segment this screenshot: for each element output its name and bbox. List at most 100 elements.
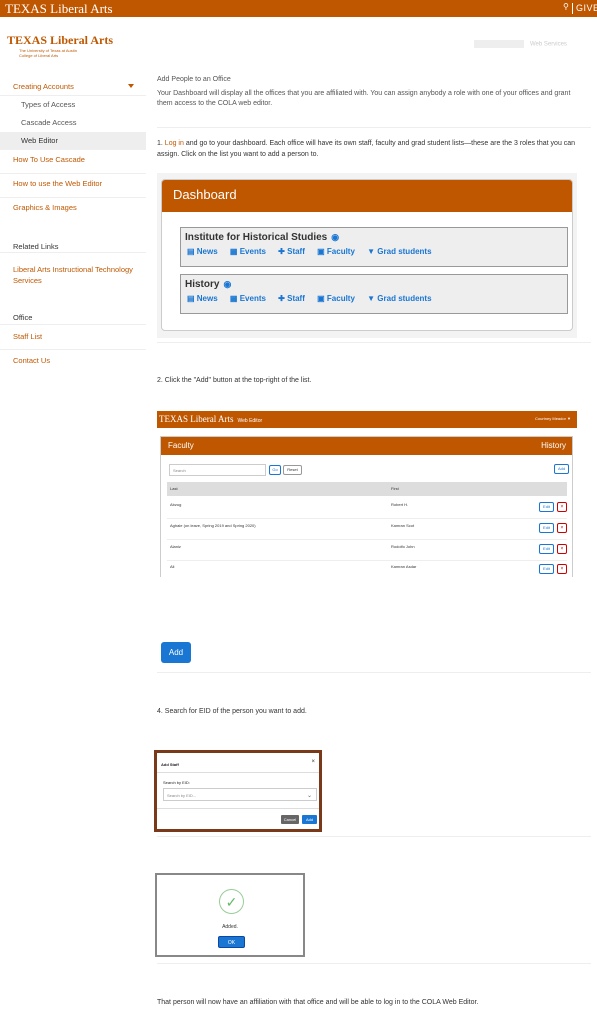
sidebar-item-how-to-use-cascade[interactable]: How To Use Cascade (0, 150, 146, 174)
panel-office: History (541, 441, 566, 450)
delete-button[interactable]: × (557, 564, 567, 574)
office-card: History ◉ ▤ News ▦ Events ✚ Staff ▣ Facul… (180, 274, 568, 314)
table-row: Abzug Robert H. Edit × (167, 499, 567, 519)
divider (157, 836, 591, 837)
office-heading: Office (13, 313, 33, 322)
search-input[interactable]: Search (169, 464, 266, 476)
edit-button[interactable]: Edit (539, 523, 554, 533)
divider (0, 324, 146, 325)
table-row: Aghaie (on leave, Spring 2019 and Spring… (167, 520, 567, 540)
dashboard-card: Dashboard Institute for Historical Studi… (161, 179, 573, 331)
logo-sub2: College of Liberal Arts (19, 53, 59, 58)
panel-header: Faculty History (161, 437, 572, 455)
go-button[interactable]: Go (269, 465, 281, 475)
top-bar: TEXAS Liberal Arts ⚲ GIVE (0, 0, 597, 17)
sidebar-item-web-editor[interactable]: Web Editor (0, 132, 146, 150)
events-link[interactable]: ▦ Events (230, 247, 266, 256)
close-icon[interactable]: × (311, 759, 315, 765)
search-icon[interactable]: ⚲ (563, 2, 569, 11)
web-services-label: Web Services (530, 41, 567, 48)
divider (157, 342, 591, 343)
table-row: Alaniz Rodolfo John Edit × (167, 541, 567, 561)
news-link[interactable]: ▤ News (187, 247, 218, 256)
grad-students-link[interactable]: ▼ Grad students (367, 247, 431, 256)
step1-text: 1. Log in and go to your dashboard. Each… (157, 140, 576, 158)
web-services-header[interactable]: Web Services (474, 40, 567, 48)
sidebar-item-cascade-access[interactable]: Cascade Access (0, 114, 146, 132)
intro-text: Your Dashboard will display all the offi… (157, 90, 571, 107)
added-dialog: ✓ Added. OK (155, 873, 305, 957)
faculty-link[interactable]: ▣ Faculty (317, 247, 355, 256)
divider (157, 127, 591, 128)
added-message: Added. (222, 924, 238, 930)
sidebar-item-how-to-use-web-editor[interactable]: How to use the Web Editor (0, 174, 146, 198)
edit-button[interactable]: Edit (539, 502, 554, 512)
step4-text: 4. Search for EID of the person you want… (157, 708, 307, 715)
delete-button[interactable]: × (557, 523, 567, 533)
office-name: Institute for Historical Studies (185, 232, 328, 243)
sidebar-item-graphics-images[interactable]: Graphics & Images (0, 198, 146, 222)
office-name: History (185, 279, 220, 290)
editor-brand: TEXAS Liberal Arts (159, 414, 234, 424)
staff-link[interactable]: ✚ Staff (278, 294, 305, 303)
give-link[interactable]: GIVE (576, 0, 597, 17)
editor-label: Web Editor (237, 418, 263, 424)
divider (157, 963, 591, 964)
add-button-screenshot[interactable]: Add (161, 642, 191, 663)
eye-icon[interactable]: ◉ (223, 279, 231, 289)
add-button[interactable]: Add (554, 464, 569, 474)
related-link-lait[interactable]: Liberal Arts Instructional Technology Se… (0, 264, 146, 286)
modal-add-button[interactable]: Add (302, 815, 317, 824)
related-links-heading: Related Links (13, 242, 59, 251)
grad-students-link[interactable]: ▼ Grad students (367, 294, 431, 303)
user-menu[interactable]: Courtney Meador ▼ (535, 416, 571, 421)
news-link[interactable]: ▤ News (187, 294, 218, 303)
divider (157, 672, 591, 673)
brand-wordmark[interactable]: TEXAS Liberal Arts (5, 0, 113, 17)
lait-logo (474, 40, 524, 48)
faculty-panel: Faculty History Search Go Reset Add Last F… (160, 436, 573, 577)
chevron-down-icon[interactable] (128, 84, 134, 88)
editor-top-bar: TEXAS Liberal Arts Web Editor Courtney Me… (157, 411, 577, 428)
office-link-staff-list[interactable]: Staff List (0, 332, 55, 341)
logo-name: TEXAS Liberal Arts (7, 33, 114, 47)
ok-button[interactable]: OK (218, 936, 245, 948)
topbar-divider (572, 3, 573, 14)
login-link[interactable]: Log in (165, 140, 184, 147)
divider (157, 772, 319, 773)
sidebar-item-types-of-access[interactable]: Types of Access (0, 96, 146, 114)
check-icon: ✓ (219, 889, 244, 914)
delete-button[interactable]: × (557, 502, 567, 512)
office-links: ▤ News ▦ Events ✚ Staff ▣ Faculty ▼ Grad… (181, 294, 567, 303)
modal-title: Add Staff (161, 762, 179, 767)
final-text: That person will now have an affiliation… (157, 999, 479, 1006)
eye-icon[interactable]: ◉ (331, 232, 339, 242)
cancel-button[interactable]: Cancel (281, 815, 299, 824)
divider (0, 349, 146, 350)
eid-search-select[interactable]: Search by EID... ⌄ (163, 788, 317, 801)
reset-button[interactable]: Reset (283, 465, 302, 475)
office-links: ▤ News ▦ Events ✚ Staff ▣ Faculty ▼ Grad… (181, 247, 567, 256)
site-logo[interactable]: TEXAS Liberal Arts The University of Tex… (7, 33, 113, 58)
edit-button[interactable]: Edit (539, 544, 554, 554)
office-link-contact-us[interactable]: Contact Us (0, 356, 63, 365)
dashboard-title: Dashboard (162, 180, 572, 212)
page-heading: Add People to an Office (157, 76, 231, 83)
step2-text: 2. Click the "Add" button at the top-rig… (157, 377, 312, 384)
faculty-link[interactable]: ▣ Faculty (317, 294, 355, 303)
divider (157, 808, 319, 809)
add-staff-modal: Add Staff × Search by EID: Search by EID… (154, 750, 322, 832)
office-card: Institute for Historical Studies ◉ ▤ News… (180, 227, 568, 267)
delete-button[interactable]: × (557, 544, 567, 554)
sidebar-item-creating-accounts[interactable]: Creating Accounts (0, 78, 146, 96)
panel-title: Faculty (168, 441, 194, 450)
dashboard-screenshot: Dashboard Institute for Historical Studi… (157, 173, 577, 338)
staff-link[interactable]: ✚ Staff (278, 247, 305, 256)
edit-button[interactable]: Edit (539, 564, 554, 574)
faculty-list-screenshot: TEXAS Liberal Arts Web Editor Courtney Me… (157, 411, 577, 577)
sidebar: Creating Accounts Types of Access Cascad… (0, 78, 146, 222)
eid-label: Search by EID: (163, 780, 190, 785)
divider (0, 252, 146, 253)
events-link[interactable]: ▦ Events (230, 294, 266, 303)
table-header: Last First (167, 482, 567, 496)
